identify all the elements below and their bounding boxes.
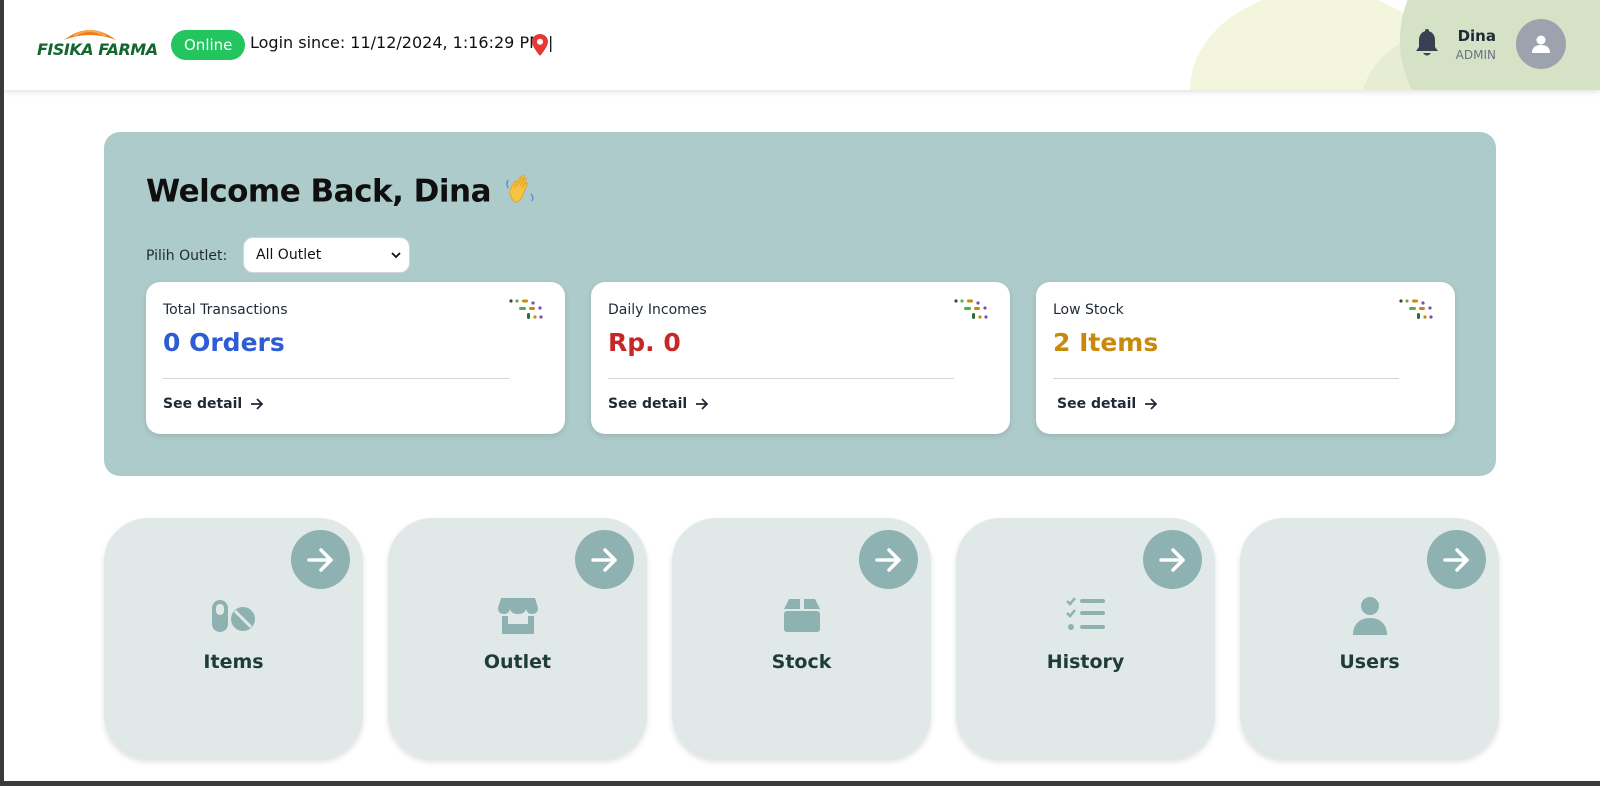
user-icon [1532,35,1550,53]
tile-items[interactable]: Items [104,518,363,759]
see-detail-label: See detail [1057,396,1137,412]
login-since-text: Login since: 11/12/2024, 1:16:29 PM | [250,33,554,52]
see-detail-link[interactable]: See detail [163,396,264,412]
arrow-right-icon[interactable] [1427,530,1486,589]
user-role: ADMIN [1455,48,1496,62]
store-icon [388,596,647,640]
checklist-icon [956,596,1215,640]
stat-card-transactions: Total Transactions 0 Orders See detail [146,282,565,434]
stat-title: Low Stock [1053,302,1124,318]
stat-card-low-stock: Low Stock 2 Items See detail [1036,282,1455,434]
outlet-label: Pilih Outlet: [146,248,228,264]
divider [1053,378,1399,379]
arrow-right-icon[interactable] [291,530,350,589]
arrow-right-icon [1145,398,1158,410]
stat-card-daily-incomes: Daily Incomes Rp. 0 See detail [591,282,1010,434]
user-name: Dina [1457,27,1496,45]
divider [163,378,509,379]
welcome-text: Welcome Back, Dina [146,173,492,210]
welcome-heading: Welcome Back, Dina [146,172,539,214]
sunrise-logo-icon [64,30,116,40]
colored-dots-icon [954,299,988,319]
chevron-down-icon [391,252,401,259]
stat-value: Rp. 0 [608,328,681,357]
brand-logo[interactable]: FISIKA FARMA [36,22,158,66]
tile-label: Users [1339,651,1400,673]
stat-value: 2 Items [1053,328,1159,357]
app-window: FISIKA FARMA Online Login since: 11/12/2… [4,0,1600,781]
user-icon [1240,596,1499,640]
arrow-right-icon[interactable] [575,530,634,589]
arrow-right-icon[interactable] [1143,530,1202,589]
tile-label: Outlet [483,651,552,673]
box-icon [672,596,931,640]
status-badge: Online [171,30,246,60]
stat-title: Total Transactions [163,302,288,318]
tile-label: Items [203,651,264,673]
waving-hand-icon [505,172,539,214]
pills-icon [104,596,363,640]
location-pin-icon[interactable] [532,34,548,56]
arrow-right-icon [696,398,709,410]
outlet-select-value: All Outlet [256,247,322,263]
stat-title: Daily Incomes [608,302,707,318]
arrow-right-icon [251,398,264,410]
tile-history[interactable]: History [956,518,1215,759]
tile-users[interactable]: Users [1240,518,1499,759]
divider [608,378,954,379]
arrow-right-icon[interactable] [859,530,918,589]
stat-value: 0 Orders [163,328,285,357]
tile-stock[interactable]: Stock [672,518,931,759]
colored-dots-icon [1399,299,1433,319]
tile-outlet[interactable]: Outlet [388,518,647,759]
welcome-panel: Welcome Back, Dina Pilih Outlet: All Out… [104,132,1496,476]
colored-dots-icon [509,299,543,319]
see-detail-link[interactable]: See detail [608,396,709,412]
tile-label: History [1046,651,1125,673]
see-detail-label: See detail [608,396,688,412]
see-detail-link[interactable]: See detail [1057,396,1158,412]
avatar[interactable] [1516,19,1566,69]
outlet-select[interactable]: All Outlet [243,237,410,273]
tile-label: Stock [771,651,832,673]
see-detail-label: See detail [163,396,243,412]
brand-name: FISIKA FARMA [37,40,158,59]
top-header: FISIKA FARMA Online Login since: 11/12/2… [4,0,1600,90]
